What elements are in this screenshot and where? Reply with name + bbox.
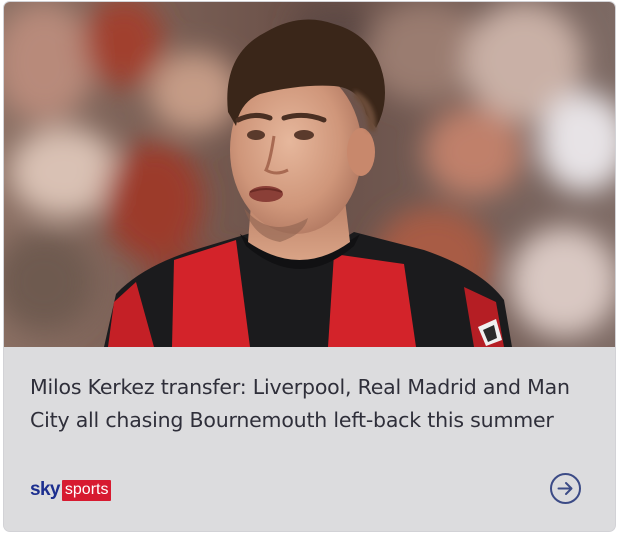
article-headline[interactable]: Milos Kerkez transfer: Liverpool, Real M… xyxy=(30,371,575,437)
sky-sports-logo: sky sports xyxy=(30,479,112,501)
article-photo[interactable] xyxy=(4,2,615,347)
brand-sky-text: sky xyxy=(30,479,61,500)
brand-sports-text: sports xyxy=(61,479,112,501)
player-photo xyxy=(4,2,615,347)
article-card[interactable]: Milos Kerkez transfer: Liverpool, Real M… xyxy=(4,2,615,531)
arrow-right-circle-icon xyxy=(557,482,573,495)
article-caption[interactable]: Milos Kerkez transfer: Liverpool, Real M… xyxy=(4,347,615,531)
read-more-button[interactable] xyxy=(550,473,581,504)
